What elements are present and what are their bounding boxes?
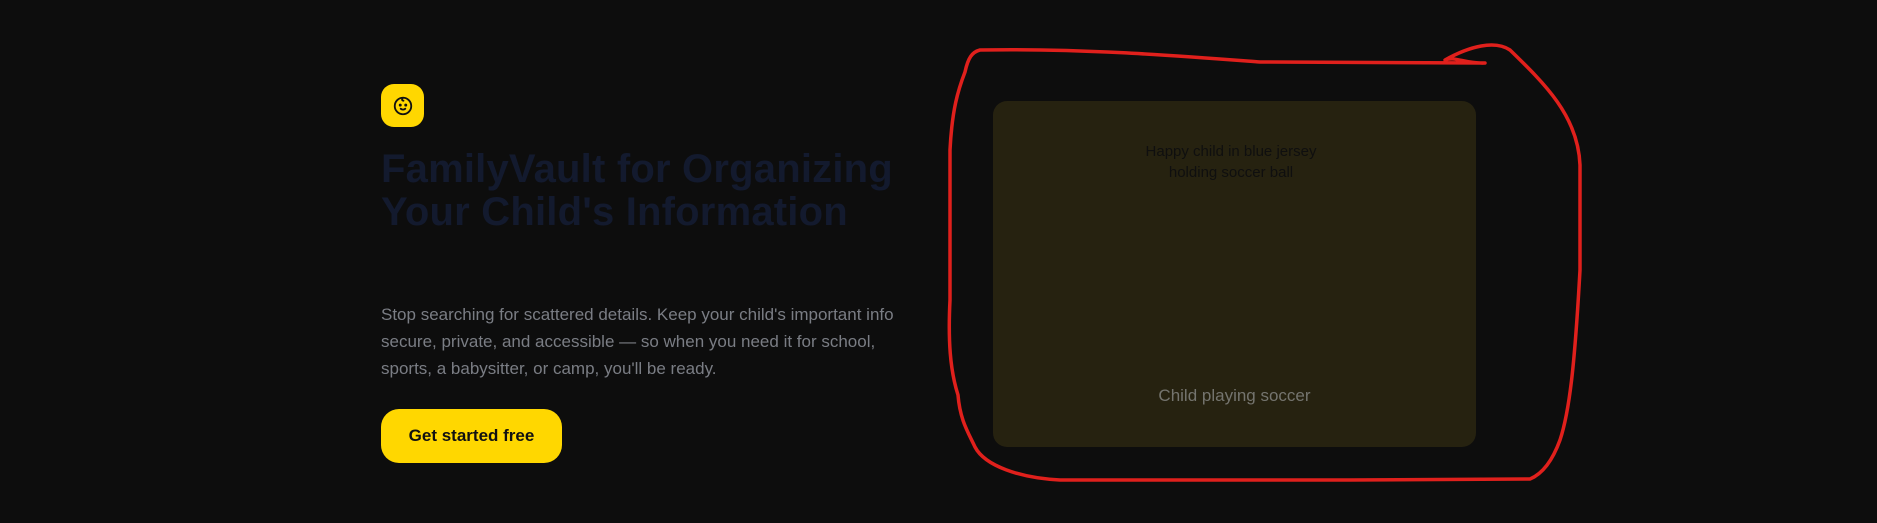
page-title: FamilyVault for Organizing Your Child's … (381, 147, 893, 234)
hero-description: Stop searching for scattered details. Ke… (381, 305, 894, 378)
landing-page: FamilyVault for Organizing Your Child's … (0, 0, 1877, 523)
baby-face-icon (393, 96, 412, 115)
hero-image-placeholder: Happy child in blue jersey holding socce… (993, 101, 1476, 447)
red-annotation-outline (947, 43, 1582, 482)
image-caption: Child playing soccer (1158, 386, 1311, 405)
logo-badge (381, 84, 424, 127)
get-started-button[interactable]: Get started free (381, 409, 562, 463)
image-alt-text: Happy child in blue jersey holding socce… (1145, 143, 1317, 181)
